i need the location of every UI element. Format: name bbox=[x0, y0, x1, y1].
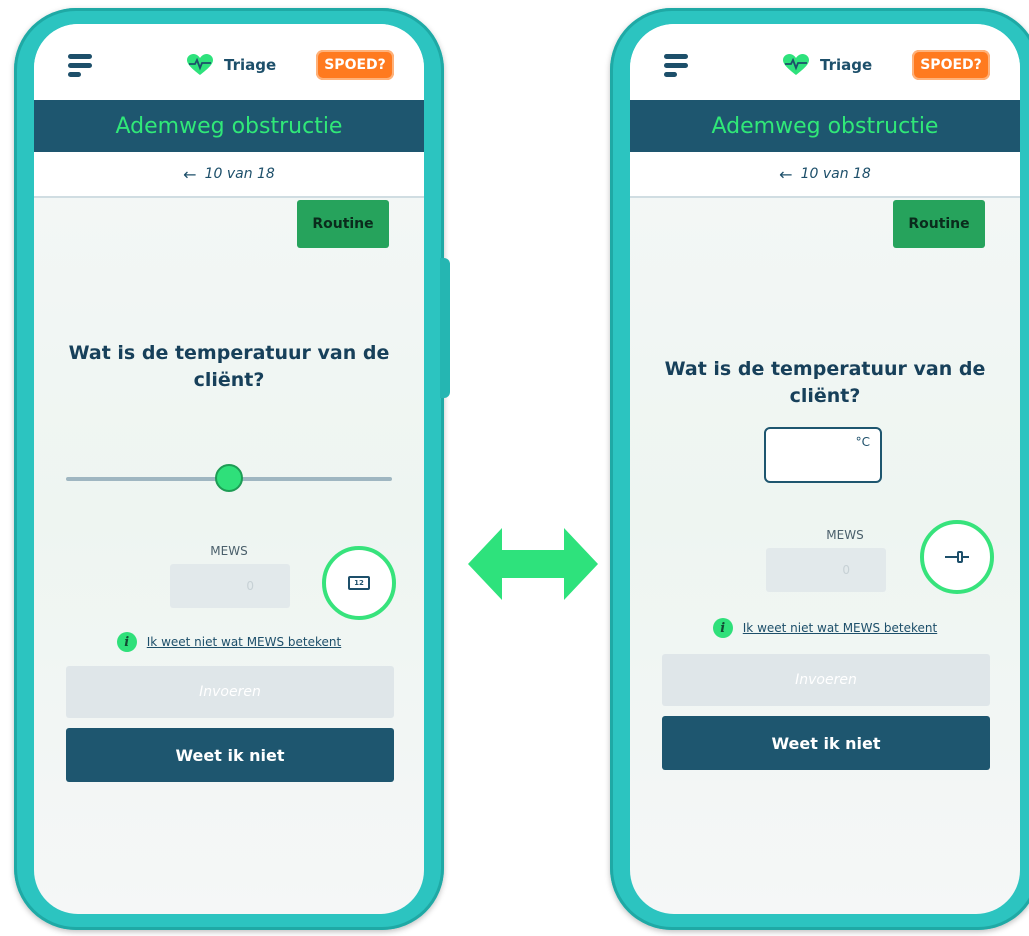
page-title: Ademweg obstructie bbox=[630, 100, 1020, 152]
progress-text: 10 van 18 bbox=[204, 166, 275, 182]
app-brand: Triage bbox=[782, 52, 872, 78]
dont-know-button[interactable]: Weet ik niet bbox=[66, 728, 394, 782]
routine-badge: Routine bbox=[893, 200, 985, 248]
mews-label: MEWS bbox=[210, 544, 248, 558]
spoed-button[interactable]: SPOED? bbox=[912, 50, 990, 80]
mews-label: MEWS bbox=[826, 528, 864, 542]
progress-indicator: ← 10 van 18 bbox=[630, 152, 1020, 198]
mews-info-row: i Ik weet niet wat MEWS betekent bbox=[34, 632, 424, 652]
progress-text: 10 van 18 bbox=[800, 166, 871, 182]
temperature-unit: °C bbox=[855, 435, 870, 449]
input-mode-toggle[interactable] bbox=[920, 520, 994, 594]
back-arrow-icon[interactable]: ← bbox=[779, 165, 792, 184]
question-text: Wat is de temperatuur van de cliënt? bbox=[68, 342, 390, 391]
back-arrow-icon[interactable]: ← bbox=[183, 165, 196, 184]
submit-button[interactable]: Invoeren bbox=[662, 654, 990, 706]
mews-value-field: 0 bbox=[766, 548, 886, 592]
input-mode-toggle[interactable]: 12 bbox=[322, 546, 396, 620]
swap-arrow-icon bbox=[468, 528, 598, 600]
app-brand: Triage bbox=[186, 52, 276, 78]
menu-icon[interactable] bbox=[68, 54, 92, 77]
question-text: Wat is de temperatuur van de cliënt? bbox=[664, 358, 986, 407]
temperature-slider[interactable] bbox=[66, 464, 392, 494]
progress-indicator: ← 10 van 18 bbox=[34, 152, 424, 198]
heart-pulse-icon bbox=[187, 54, 213, 75]
heart-pulse-icon bbox=[783, 54, 809, 75]
menu-icon[interactable] bbox=[664, 54, 688, 77]
mews-value-field: 0 bbox=[170, 564, 290, 608]
routine-badge: Routine bbox=[297, 200, 389, 248]
dont-know-button[interactable]: Weet ik niet bbox=[662, 716, 990, 770]
info-icon: i bbox=[116, 632, 137, 652]
top-bar: Triage SPOED? bbox=[630, 24, 1020, 100]
app-name: Triage bbox=[224, 56, 277, 74]
phone-side-button bbox=[440, 258, 450, 398]
slider-icon bbox=[945, 549, 969, 565]
submit-button[interactable]: Invoeren bbox=[66, 666, 394, 718]
mews-info-row: i Ik weet niet wat MEWS betekent bbox=[630, 618, 1020, 638]
phone-screen: Triage SPOED? Ademweg obstructie ← 10 va… bbox=[34, 24, 424, 914]
app-name: Triage bbox=[820, 56, 873, 74]
mews-info-link[interactable]: Ik weet niet wat MEWS betekent bbox=[743, 621, 937, 635]
mews-info-link[interactable]: Ik weet niet wat MEWS betekent bbox=[147, 635, 341, 649]
slider-thumb[interactable] bbox=[215, 464, 243, 492]
phone-field-mode: Triage SPOED? Ademweg obstructie ← 10 va… bbox=[610, 8, 1029, 930]
phone-screen: Triage SPOED? Ademweg obstructie ← 10 va… bbox=[630, 24, 1020, 914]
keyboard-icon: 12 bbox=[348, 576, 370, 590]
phone-slider-mode: Triage SPOED? Ademweg obstructie ← 10 va… bbox=[14, 8, 450, 930]
temperature-input[interactable]: °C bbox=[764, 427, 882, 483]
info-icon: i bbox=[712, 618, 733, 638]
top-bar: Triage SPOED? bbox=[34, 24, 424, 100]
spoed-button[interactable]: SPOED? bbox=[316, 50, 394, 80]
page-title: Ademweg obstructie bbox=[34, 100, 424, 152]
